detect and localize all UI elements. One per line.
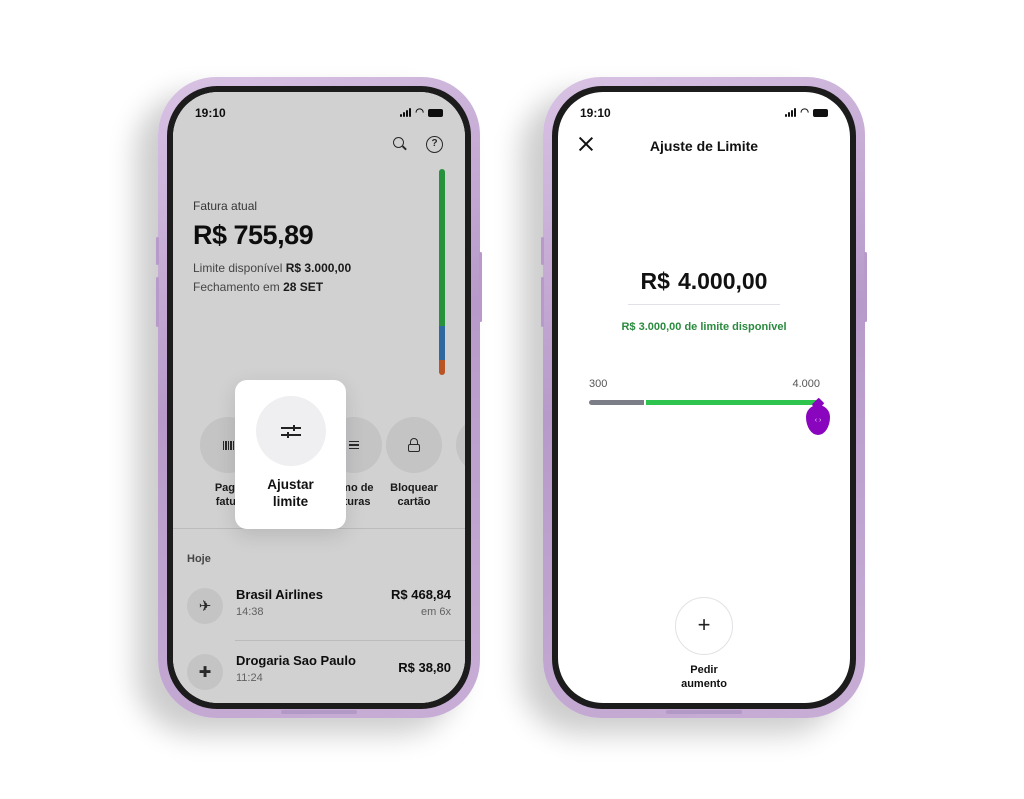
signal-icon — [785, 108, 797, 117]
battery-icon — [813, 109, 828, 117]
slider-min-label: 300 — [589, 378, 608, 390]
status-icons: ◠ — [785, 107, 828, 118]
wifi-icon: ◠ — [800, 107, 809, 118]
side-button — [479, 252, 482, 322]
phone-bezel: 19:10 ◠ ? Fatura atual R$ 755,89 Limite … — [167, 86, 471, 709]
limit-value: 4.000,00 — [677, 268, 768, 294]
screen-card-home: 19:10 ◠ ? Fatura atual R$ 755,89 Limite … — [173, 92, 465, 703]
slider-used-segment — [589, 400, 645, 405]
page-title: Ajuste de Limite — [649, 138, 759, 154]
limit-currency: R$ — [640, 268, 670, 294]
screen-limit-adjust: 19:10 ◠ Ajuste de Limite R$ 4.000,00 R$ 3… — [558, 92, 850, 703]
side-button — [156, 237, 159, 265]
status-time: 19:10 — [580, 106, 611, 120]
home-indicator — [666, 710, 742, 714]
limit-slider-track[interactable] — [589, 400, 820, 405]
side-button — [541, 237, 544, 265]
limit-amount[interactable]: R$ 4.000,00 — [558, 268, 850, 295]
side-button — [156, 277, 159, 327]
phone-bezel: 19:10 ◠ Ajuste de Limite R$ 4.000,00 R$ 3… — [552, 86, 856, 709]
adjust-limit-popup[interactable]: Ajustar limite — [235, 380, 346, 529]
home-indicator — [281, 710, 357, 714]
adjust-limit-label: Ajustar limite — [267, 477, 314, 509]
status-bar: 19:10 ◠ — [580, 106, 828, 120]
side-button — [541, 277, 544, 327]
phone-frame-left: 19:10 ◠ ? Fatura atual R$ 755,89 Limite … — [156, 77, 482, 718]
slider-available-segment — [646, 400, 820, 405]
request-increase-button[interactable]: + — [675, 597, 733, 655]
slider-thumb[interactable]: ‹ › — [806, 405, 830, 435]
sliders-icon — [280, 425, 301, 438]
available-limit-text: R$ 3.000,00 de limite disponível — [621, 321, 787, 333]
slider-max-label: 4.000 — [792, 378, 820, 390]
adjust-limit-circle — [255, 396, 326, 466]
phone-frame-right: 19:10 ◠ Ajuste de Limite R$ 4.000,00 R$ 3… — [541, 77, 867, 718]
request-increase-label: Pedir aumento — [681, 664, 727, 690]
amount-underline — [628, 304, 780, 305]
side-button — [864, 252, 867, 322]
